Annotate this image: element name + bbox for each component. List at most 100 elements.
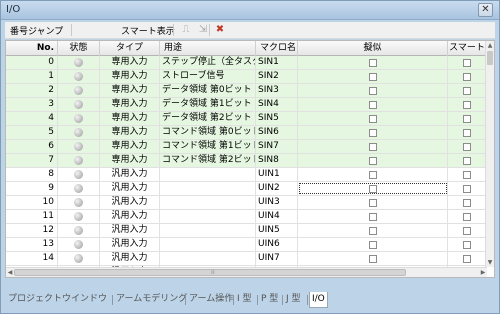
smart-cell[interactable]	[448, 224, 486, 237]
macro-name-cell[interactable]: SIN1	[256, 56, 298, 69]
title-bar[interactable]: I/O ✕	[1, 1, 499, 20]
step-back-icon[interactable]: ⇲	[196, 23, 210, 37]
smart-checkbox[interactable]	[463, 171, 471, 179]
smart-checkbox[interactable]	[463, 199, 471, 207]
usage-cell[interactable]: コマンド領域 第2ビット	[160, 154, 256, 167]
simulated-checkbox[interactable]	[368, 87, 377, 95]
table-row[interactable]: 8 汎用入力 UIN1	[6, 168, 486, 182]
simulated-checkbox[interactable]	[368, 101, 377, 109]
usage-cell[interactable]	[160, 182, 256, 195]
simulated-checkbox[interactable]	[368, 255, 377, 263]
simulated-cell[interactable]	[298, 112, 448, 125]
macro-name-cell[interactable]: UIN6	[256, 238, 298, 251]
smart-cell[interactable]	[448, 70, 486, 83]
tab-1[interactable]: アームモデリング	[114, 292, 189, 308]
macro-name-cell[interactable]: SIN5	[256, 112, 298, 125]
table-row[interactable]: 4 専用入力 データ領域 第2ビット SIN5	[6, 112, 486, 126]
table-row[interactable]: 11 汎用入力 UIN4	[6, 210, 486, 224]
scroll-right-icon[interactable]: ▶	[479, 268, 487, 277]
simulated-checkbox[interactable]	[368, 143, 377, 151]
smart-cell[interactable]	[448, 84, 486, 97]
table-row[interactable]: 14 汎用入力 UIN7	[6, 252, 486, 266]
scroll-up-icon[interactable]: ▲	[486, 41, 494, 50]
table-row[interactable]: 7 専用入力 コマンド領域 第2ビット SIN8	[6, 154, 486, 168]
table-row[interactable]: 2 専用入力 データ領域 第0ビット SIN3	[6, 84, 486, 98]
simulated-cell[interactable]	[298, 98, 448, 111]
simulated-checkbox[interactable]	[368, 171, 377, 179]
smart-checkbox[interactable]	[463, 73, 471, 81]
smart-cell[interactable]	[448, 252, 486, 265]
macro-name-cell[interactable]: UIN4	[256, 210, 298, 223]
simulated-cell[interactable]	[298, 56, 448, 69]
smart-display-toggle[interactable]: スマート表示	[121, 24, 175, 37]
smart-cell[interactable]	[448, 140, 486, 153]
simulated-cell[interactable]	[298, 196, 448, 209]
macro-name-cell[interactable]: UIN2	[256, 182, 298, 195]
column-header-usage[interactable]: 用途	[160, 41, 256, 56]
simulated-cell[interactable]	[298, 252, 448, 265]
smart-checkbox[interactable]	[463, 213, 471, 221]
column-header-no[interactable]: No.	[6, 41, 58, 56]
smart-checkbox[interactable]	[463, 143, 471, 151]
macro-name-cell[interactable]: SIN2	[256, 70, 298, 83]
scroll-down-icon[interactable]: ▼	[486, 258, 494, 267]
usage-cell[interactable]	[160, 224, 256, 237]
smart-cell[interactable]	[448, 154, 486, 167]
macro-name-cell[interactable]: SIN3	[256, 84, 298, 97]
table-row[interactable]: 10 汎用入力 UIN3	[6, 196, 486, 210]
smart-cell[interactable]	[448, 56, 486, 69]
table-row[interactable]: 9 汎用入力 UIN2	[6, 182, 486, 196]
simulated-cell[interactable]	[298, 224, 448, 237]
simulated-checkbox[interactable]	[368, 59, 377, 67]
usage-cell[interactable]: コマンド領域 第0ビット	[160, 126, 256, 139]
number-jump-field[interactable]: 番号ジャンプ	[10, 24, 63, 37]
tab-3[interactable]: I 型	[235, 292, 254, 308]
simulated-cell[interactable]	[298, 154, 448, 167]
delete-icon[interactable]: ✖	[213, 23, 227, 37]
column-header-type[interactable]: タイプ	[100, 41, 160, 56]
tab-5[interactable]: J 型	[284, 292, 303, 308]
usage-cell[interactable]: ストローブ信号	[160, 70, 256, 83]
simulated-cell[interactable]	[298, 238, 448, 251]
scroll-left-icon[interactable]: ◀	[6, 268, 14, 277]
table-row[interactable]: 0 専用入力 ステップ停止（全タスク SIN1	[6, 56, 486, 70]
smart-cell[interactable]	[448, 238, 486, 251]
macro-name-cell[interactable]: SIN4	[256, 98, 298, 111]
macro-name-cell[interactable]: UIN3	[256, 196, 298, 209]
smart-cell[interactable]	[448, 112, 486, 125]
simulated-checkbox[interactable]	[368, 129, 377, 137]
simulated-checkbox[interactable]	[368, 199, 377, 207]
smart-cell[interactable]	[448, 168, 486, 181]
step-icon[interactable]: ⎍	[179, 23, 193, 37]
simulated-cell[interactable]	[298, 210, 448, 223]
usage-cell[interactable]	[160, 252, 256, 265]
column-header-smart[interactable]: スマート	[448, 41, 486, 56]
simulated-cell[interactable]	[298, 140, 448, 153]
table-row[interactable]: 3 専用入力 データ領域 第1ビット SIN4	[6, 98, 486, 112]
smart-checkbox[interactable]	[463, 241, 471, 249]
simulated-checkbox[interactable]	[368, 115, 377, 123]
macro-name-cell[interactable]: SIN8	[256, 154, 298, 167]
smart-checkbox[interactable]	[463, 157, 471, 165]
smart-checkbox[interactable]	[463, 129, 471, 137]
simulated-cell[interactable]	[298, 84, 448, 97]
tab-0[interactable]: プロジェクトウインドウ	[6, 292, 109, 308]
table-row[interactable]: 5 専用入力 コマンド領域 第0ビット SIN6	[6, 126, 486, 140]
smart-checkbox[interactable]	[463, 185, 471, 193]
table-row[interactable]: 1 専用入力 ストローブ信号 SIN2	[6, 70, 486, 84]
close-icon[interactable]: ✕	[478, 3, 493, 17]
smart-checkbox[interactable]	[463, 227, 471, 235]
macro-name-cell[interactable]: UIN5	[256, 224, 298, 237]
macro-name-cell[interactable]: UIN7	[256, 252, 298, 265]
smart-checkbox[interactable]	[463, 101, 471, 109]
table-row[interactable]: 12 汎用入力 UIN5	[6, 224, 486, 238]
simulated-cell[interactable]	[298, 182, 448, 195]
horizontal-scroll-thumb[interactable]: ⁞⁞	[14, 269, 406, 276]
simulated-cell[interactable]	[298, 168, 448, 181]
usage-cell[interactable]	[160, 210, 256, 223]
table-row[interactable]: 13 汎用入力 UIN6	[6, 238, 486, 252]
macro-name-cell[interactable]: UIN1	[256, 168, 298, 181]
simulated-checkbox[interactable]	[368, 227, 377, 235]
smart-checkbox[interactable]	[463, 255, 471, 263]
column-header-macro[interactable]: マクロ名	[256, 41, 298, 56]
